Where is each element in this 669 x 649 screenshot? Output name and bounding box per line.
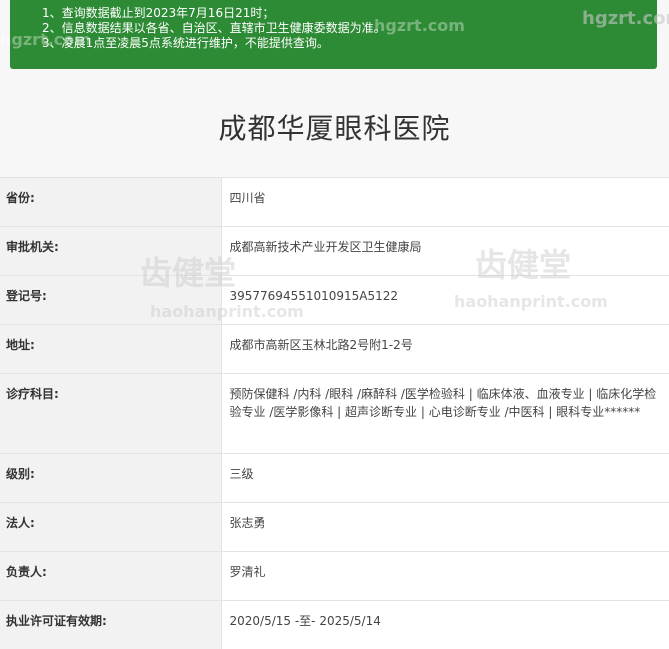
notice-banner: 1、查询数据截止到2023年7月16日21时； 2、信息数据结果以各省、自治区、… — [10, 0, 657, 69]
row-authority: 审批机关: 成都高新技术产业开发区卫生健康局 — [0, 227, 669, 276]
row-value: 39577694551010915A5122 — [221, 276, 669, 325]
row-label: 负责人: — [0, 552, 221, 601]
row-label: 级别: — [0, 454, 221, 503]
row-value: 罗清礼 — [221, 552, 669, 601]
notice-line-3: 3、凌晨1点至凌晨5点系统进行维护，不能提供查询。 — [42, 36, 657, 51]
row-label: 审批机关: — [0, 227, 221, 276]
row-value: 张志勇 — [221, 503, 669, 552]
row-departments: 诊疗科目: 预防保健科 /内科 /眼科 /麻醉科 /医学检验科 | 临床体液、血… — [0, 374, 669, 454]
row-value: 成都高新技术产业开发区卫生健康局 — [221, 227, 669, 276]
row-label: 省份: — [0, 178, 221, 227]
row-registration: 登记号: 39577694551010915A5122 — [0, 276, 669, 325]
row-level: 级别: 三级 — [0, 454, 669, 503]
info-table: 省份: 四川省 审批机关: 成都高新技术产业开发区卫生健康局 登记号: 3957… — [0, 177, 669, 649]
row-label: 地址: — [0, 325, 221, 374]
notice-line-2: 2、信息数据结果以各省、自治区、直辖市卫生健康委数据为准。 — [42, 21, 657, 36]
row-value: 四川省 — [221, 178, 669, 227]
row-license-validity: 执业许可证有效期: 2020/5/15 -至- 2025/5/14 — [0, 601, 669, 649]
row-province: 省份: 四川省 — [0, 178, 669, 227]
row-value: 成都市高新区玉林北路2号附1-2号 — [221, 325, 669, 374]
row-label: 法人: — [0, 503, 221, 552]
notice-line-1: 1、查询数据截止到2023年7月16日21时； — [42, 6, 657, 21]
row-address: 地址: 成都市高新区玉林北路2号附1-2号 — [0, 325, 669, 374]
row-value: 三级 — [221, 454, 669, 503]
row-label: 执业许可证有效期: — [0, 601, 221, 649]
row-legal-person: 法人: 张志勇 — [0, 503, 669, 552]
page-title: 成都华厦眼科医院 — [0, 107, 669, 147]
row-label: 登记号: — [0, 276, 221, 325]
row-value: 2020/5/15 -至- 2025/5/14 — [221, 601, 669, 649]
row-value: 预防保健科 /内科 /眼科 /麻醉科 /医学检验科 | 临床体液、血液专业 | … — [221, 374, 669, 454]
row-label: 诊疗科目: — [0, 374, 221, 454]
row-person-in-charge: 负责人: 罗清礼 — [0, 552, 669, 601]
